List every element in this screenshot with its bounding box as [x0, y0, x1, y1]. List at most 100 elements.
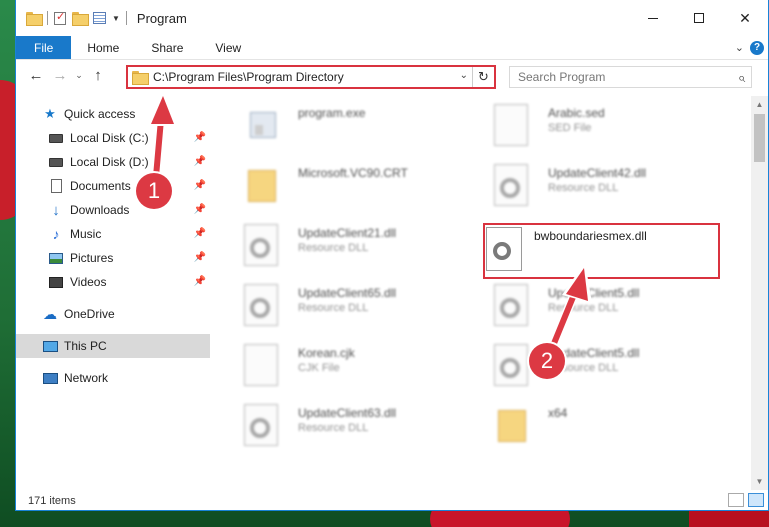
- tab-file[interactable]: File: [16, 36, 72, 59]
- sidebar-item-label: Music: [70, 227, 102, 241]
- dll-icon: [244, 404, 278, 446]
- back-button[interactable]: ←: [24, 67, 48, 84]
- list-item[interactable]: UpdateClient65.dll Resource DLL: [226, 280, 456, 332]
- up-button[interactable]: ↑: [86, 67, 110, 84]
- pin-icon[interactable]: 📌: [194, 204, 206, 215]
- file-name: bwboundariesmex.dll: [534, 229, 647, 243]
- pin-icon[interactable]: 📌: [194, 252, 206, 263]
- list-item[interactable]: x64: [476, 400, 706, 452]
- navigation-bar: ← → ⌄ ↑ C:\Program Files\Program Directo…: [16, 61, 768, 95]
- list-item[interactable]: UpdateClient42.dll Resource DLL: [476, 160, 706, 212]
- file-item-bwboundariesmex[interactable]: bwboundariesmex.dll: [485, 225, 718, 277]
- sidebar-item-this-pc[interactable]: This PC: [16, 334, 210, 358]
- tab-home[interactable]: Home: [71, 36, 135, 59]
- separator: [47, 11, 48, 25]
- sidebar-item-videos[interactable]: Videos 📌: [16, 270, 210, 294]
- dll-icon: [494, 164, 528, 206]
- list-item[interactable]: program.exe: [226, 100, 456, 152]
- music-icon: ♪: [52, 226, 60, 242]
- close-button[interactable]: ✕: [722, 0, 768, 36]
- sidebar-item-label: Local Disk (C:): [70, 131, 149, 145]
- sidebar-item-downloads[interactable]: ↓ Downloads 📌: [16, 198, 210, 222]
- file-name: Microsoft.VC90.CRT: [298, 166, 408, 180]
- recent-locations-button[interactable]: ⌄: [72, 70, 86, 81]
- sidebar-item-local-disk-c[interactable]: Local Disk (C:) 📌: [16, 126, 210, 150]
- list-item[interactable]: Microsoft.VC90.CRT: [226, 160, 456, 212]
- pin-icon[interactable]: 📌: [194, 132, 206, 143]
- vertical-scrollbar[interactable]: ▲ ▼: [751, 96, 768, 490]
- minimize-button[interactable]: [630, 0, 676, 36]
- pin-icon[interactable]: 📌: [194, 276, 206, 287]
- help-icon[interactable]: ?: [750, 40, 764, 55]
- sidebar-item-local-disk-d[interactable]: Local Disk (D:) 📌: [16, 150, 210, 174]
- sidebar-item-quick-access[interactable]: ★ Quick access: [16, 102, 210, 126]
- exe-icon: [244, 104, 278, 146]
- new-folder-icon[interactable]: [72, 12, 89, 26]
- sidebar-item-label: This PC: [64, 339, 107, 353]
- window-title: Program: [136, 10, 187, 26]
- explorer-window: ▼ Program ✕ File Home Share View ⌄ ? ← →…: [15, 0, 769, 511]
- scroll-down-icon[interactable]: ▼: [751, 473, 768, 490]
- list-item[interactable]: UpdateClient63.dll Resource DLL: [226, 400, 456, 452]
- sidebar-item-documents[interactable]: Documents 📌: [16, 174, 210, 198]
- tab-view[interactable]: View: [199, 36, 257, 59]
- sidebar-item-music[interactable]: ♪ Music 📌: [16, 222, 210, 246]
- minimize-icon: [648, 17, 658, 19]
- search-placeholder: Search Program: [518, 70, 606, 84]
- address-dropdown-icon[interactable]: ⌄: [460, 70, 468, 81]
- sidebar-item-label: Network: [64, 371, 109, 385]
- tab-share[interactable]: Share: [135, 36, 199, 59]
- pin-icon[interactable]: 📌: [194, 156, 206, 167]
- properties-icon[interactable]: [93, 12, 106, 24]
- maximize-icon: [694, 13, 704, 23]
- refresh-button[interactable]: ↻: [472, 67, 494, 87]
- step-1-badge: 1: [136, 173, 172, 209]
- file-type: Resource DLL: [298, 242, 369, 254]
- folder-icon: [244, 164, 278, 206]
- forward-button[interactable]: →: [48, 67, 72, 84]
- list-item[interactable]: UpdateClient21.dll Resource DLL: [226, 220, 456, 272]
- close-icon: ✕: [739, 9, 751, 26]
- scroll-thumb[interactable]: [754, 114, 765, 162]
- search-input[interactable]: Search Program ⌕: [509, 66, 752, 88]
- pin-icon[interactable]: 📌: [194, 228, 206, 239]
- details-view-icon[interactable]: [728, 493, 744, 507]
- file-name: UpdateClient63.dll: [298, 406, 397, 420]
- address-path[interactable]: C:\Program Files\Program Directory: [153, 70, 344, 84]
- sidebar-item-pictures[interactable]: Pictures 📌: [16, 246, 210, 270]
- dll-icon: [486, 227, 522, 271]
- disk-icon: [48, 130, 64, 146]
- folder-icon[interactable]: [26, 12, 43, 26]
- network-icon: [42, 370, 58, 386]
- disk-icon: [48, 154, 64, 170]
- dll-icon: [494, 344, 528, 386]
- title-bar: ▼ Program ✕: [16, 0, 768, 36]
- file-type: Resource DLL: [298, 422, 369, 434]
- scroll-up-icon[interactable]: ▲: [751, 96, 768, 113]
- quick-access-toolbar: ▼: [16, 10, 127, 26]
- expand-ribbon-icon[interactable]: ⌄: [735, 41, 744, 54]
- search-icon[interactable]: ⌕: [738, 70, 745, 86]
- tiles-view-icon[interactable]: [748, 493, 764, 507]
- customize-toolbar-icon[interactable]: ▼: [112, 14, 120, 23]
- pin-icon[interactable]: 📌: [194, 180, 206, 191]
- cloud-icon: ☁: [43, 305, 57, 322]
- file-type: SED File: [548, 122, 592, 134]
- address-bar[interactable]: C:\Program Files\Program Directory ⌄ ↻: [126, 65, 496, 89]
- maximize-button[interactable]: [676, 0, 722, 36]
- list-item[interactable]: UpdateClient5.dll Resource DLL: [476, 340, 706, 392]
- download-icon: ↓: [52, 201, 60, 219]
- list-item[interactable]: Korean.cjk CJK File: [226, 340, 456, 392]
- list-item[interactable]: UpdateClient5.dll Resource DLL: [476, 280, 706, 332]
- picture-icon: [48, 250, 64, 266]
- file-name: Korean.cjk: [298, 346, 355, 360]
- item-count: 171 items: [28, 494, 76, 507]
- sidebar-item-label: Downloads: [70, 203, 130, 217]
- sidebar-item-network[interactable]: Network: [16, 366, 210, 390]
- file-name: UpdateClient21.dll: [298, 226, 397, 240]
- sidebar-item-label: Local Disk (D:): [70, 155, 149, 169]
- file-type: Resource DLL: [548, 302, 619, 314]
- list-item[interactable]: Arabic.sed SED File: [476, 100, 706, 152]
- properties-check-icon[interactable]: [54, 10, 66, 25]
- sidebar-item-onedrive[interactable]: ☁ OneDrive: [16, 302, 210, 326]
